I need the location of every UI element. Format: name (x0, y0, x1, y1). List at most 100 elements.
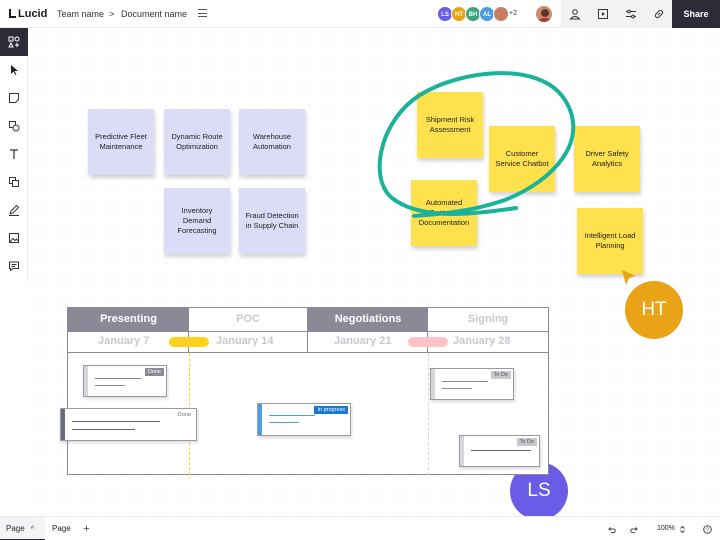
status-badge: In progress (314, 406, 348, 414)
zoom-stepper-icon[interactable] (678, 525, 687, 534)
sticky-text: Inventory Demand Forecasting (177, 206, 217, 235)
card-status-bar (84, 366, 88, 396)
lucid-logo-mark (9, 9, 16, 18)
card-status-bar (431, 369, 435, 399)
sticky-text: Predictive Fleet Maintenance (95, 132, 147, 151)
card-status-bar (61, 409, 65, 440)
sticky-text: Shipment Risk Assessment (425, 115, 475, 134)
page-tab-label: Page (52, 524, 71, 533)
card-status-bar (258, 404, 262, 435)
page-tab-label: Page (6, 524, 25, 533)
phase-header: POC (189, 308, 308, 331)
text-tool-icon[interactable] (8, 148, 20, 160)
svg-text:?: ? (706, 528, 709, 534)
remote-cursor-pointer-icon (622, 270, 636, 285)
sticky-text: Warehouse Automation (252, 132, 292, 151)
add-page-icon[interactable]: + (82, 524, 91, 535)
date-label: January 21 (334, 335, 392, 347)
present-icon[interactable] (597, 8, 609, 20)
sticky-note[interactable]: Automated Customs Documentation (411, 180, 477, 246)
milestone-line (428, 353, 429, 475)
card-text-line (72, 421, 160, 422)
brand-name: Lucid (18, 8, 48, 20)
phase-header: Negotiations (308, 308, 428, 331)
top-tools (561, 0, 672, 28)
settings-sliders-icon[interactable] (625, 8, 637, 20)
sticky-note[interactable]: Inventory Demand Forecasting (164, 188, 230, 254)
card-text-line (95, 385, 125, 386)
lucid-logo[interactable]: Lucid (9, 8, 47, 20)
sticky-note[interactable]: Predictive Fleet Maintenance (88, 109, 154, 175)
task-card[interactable]: Done (83, 365, 167, 397)
sticky-note[interactable]: Customer Service Chatbot (489, 126, 555, 192)
sticky-note[interactable]: Intelligent Load Planning (577, 208, 643, 274)
status-badge: Done (177, 412, 191, 418)
card-status-bar (460, 436, 464, 466)
sticky-text: Fraud Detection in Supply Chain (245, 211, 299, 230)
shapes-icon[interactable] (8, 120, 20, 132)
left-toolbar (0, 28, 28, 282)
page-tab[interactable]: Page (46, 517, 71, 540)
sticky-note[interactable]: Warehouse Automation (239, 109, 305, 175)
redo-icon[interactable] (630, 525, 639, 534)
task-card[interactable]: Done (60, 408, 197, 441)
page-tab-active[interactable]: Page ^ (0, 517, 45, 540)
card-text-line (269, 422, 299, 423)
date-label: January 28 (453, 335, 511, 347)
link-icon[interactable] (653, 8, 665, 20)
comment-icon[interactable] (8, 260, 20, 272)
image-icon[interactable] (8, 232, 20, 244)
bottom-bar: Page ^ Page + 100% ? (0, 516, 720, 540)
sticky-text: Intelligent Load Planning (584, 231, 636, 250)
share-button[interactable]: Share (672, 0, 720, 28)
hamburger-menu-icon[interactable] (198, 9, 207, 17)
chevron-up-icon[interactable]: ^ (31, 526, 34, 533)
date-label: January 7 (98, 335, 150, 347)
collaborate-icon[interactable] (569, 8, 581, 20)
shapes-library-tool[interactable] (0, 28, 28, 56)
sticky-text: Customer Service Chatbot (495, 149, 549, 168)
sticky-note[interactable]: Driver Safety Analytics (574, 126, 640, 192)
phase-header: Presenting (68, 308, 189, 331)
task-card[interactable]: In progress (257, 403, 351, 436)
status-badge: To Do (516, 438, 537, 446)
sticky-text: Automated Customs Documentation (418, 198, 470, 227)
card-text-line (442, 388, 472, 389)
card-text-line (269, 415, 315, 416)
collaborator-avatar-photo[interactable] (493, 6, 509, 22)
frame-icon[interactable] (8, 176, 20, 188)
today-marker[interactable] (169, 337, 209, 347)
column-divider (307, 331, 308, 353)
user-avatar[interactable] (535, 5, 553, 23)
breadcrumb-team[interactable]: Team name (57, 9, 104, 19)
milestone-marker[interactable] (408, 337, 448, 347)
sticky-note-icon[interactable] (8, 92, 20, 104)
task-card[interactable]: To Do (430, 368, 514, 400)
remote-cursor-badge: HT (625, 281, 683, 339)
zoom-level[interactable]: 100% (657, 525, 675, 532)
more-collaborators-count[interactable]: +2 (509, 10, 517, 17)
sticky-note[interactable]: Shipment Risk Assessment (417, 92, 483, 158)
status-badge: To Do (490, 371, 511, 379)
help-icon[interactable]: ? (703, 525, 712, 534)
sticky-text: Driver Safety Analytics (585, 149, 629, 168)
breadcrumb-separator: > (109, 9, 115, 19)
shapes-library-icon (8, 36, 20, 48)
card-text-line (442, 381, 488, 382)
breadcrumb-document[interactable]: Document name (121, 9, 187, 19)
sticky-text: Dynamic Route Optimization (171, 132, 223, 151)
sticky-note[interactable]: Fraud Detection in Supply Chain (239, 188, 305, 254)
sticky-note[interactable]: Dynamic Route Optimization (164, 109, 230, 175)
card-text-line (471, 450, 531, 451)
pen-icon[interactable] (8, 204, 20, 216)
status-badge: Done (144, 368, 164, 376)
card-text-line (95, 378, 141, 379)
card-text-line (72, 429, 135, 430)
select-cursor-icon[interactable] (8, 64, 20, 76)
date-label: January 14 (216, 335, 274, 347)
undo-icon[interactable] (607, 525, 616, 534)
task-card[interactable]: To Do (459, 435, 540, 467)
top-bar: Lucid Team name > Document name LS HT BH… (0, 0, 720, 28)
phase-header: Signing (428, 308, 548, 331)
timeline-board[interactable]: Presenting POC Negotiations Signing Janu… (60, 307, 549, 475)
